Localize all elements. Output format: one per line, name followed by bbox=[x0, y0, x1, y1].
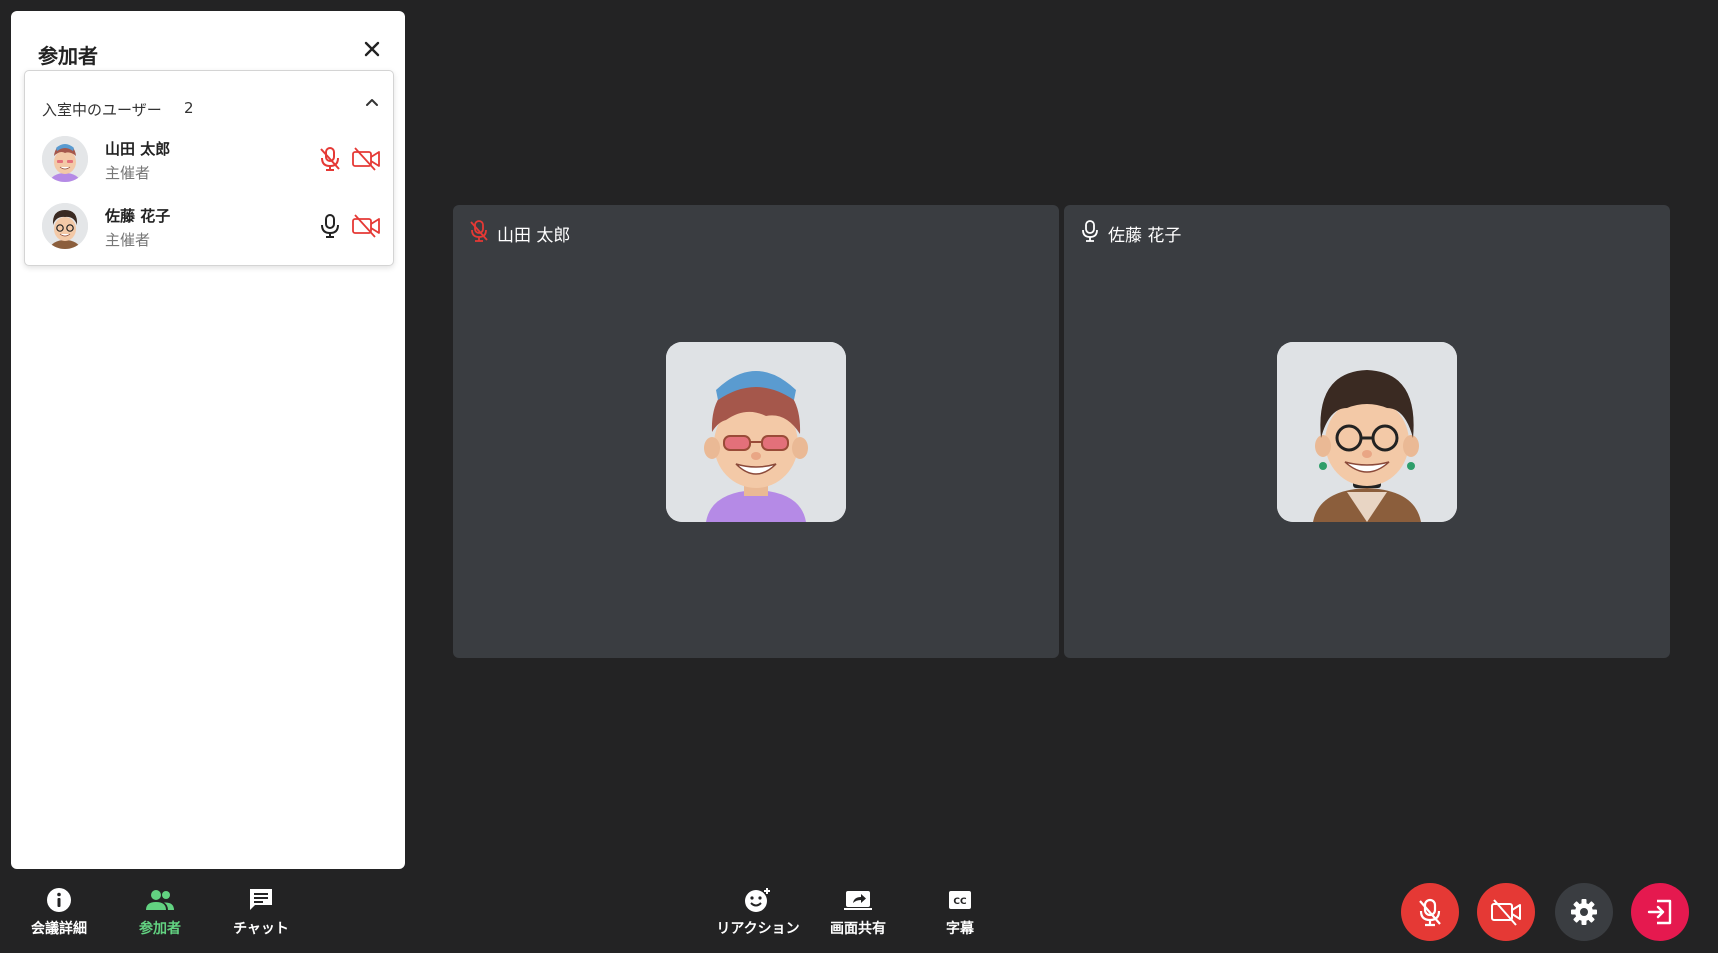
group-label: 入室中のユーザー bbox=[42, 101, 162, 119]
chevron-up-icon bbox=[363, 94, 381, 112]
camera-off-icon bbox=[351, 146, 381, 172]
settings-button[interactable] bbox=[1555, 883, 1613, 941]
video-tile: 佐藤 花子 bbox=[1064, 205, 1670, 658]
avatar bbox=[1277, 342, 1457, 522]
mic-icon bbox=[318, 213, 342, 239]
mic-off-icon bbox=[1419, 898, 1441, 927]
participant-role: 主催者 bbox=[105, 164, 151, 182]
exit-icon bbox=[1647, 899, 1672, 925]
mic-off-icon bbox=[318, 146, 342, 172]
svg-text:CC: CC bbox=[953, 897, 967, 907]
meeting-details-button[interactable]: 会議詳細 bbox=[14, 886, 104, 942]
participants-button[interactable]: 参加者 bbox=[115, 886, 205, 942]
video-tile: 山田 太郎 bbox=[453, 205, 1059, 658]
camera-off-icon bbox=[351, 213, 381, 239]
participant-name: 山田 太郎 bbox=[105, 140, 171, 158]
chat-icon bbox=[250, 889, 272, 910]
avatar bbox=[666, 342, 846, 522]
reaction-button[interactable]: リアクション bbox=[713, 886, 803, 942]
mic-off-icon bbox=[469, 219, 489, 243]
add-reaction-icon bbox=[745, 888, 770, 912]
camera-off-icon bbox=[1491, 899, 1521, 926]
in-room-users-group: 入室中のユーザー 2 山田 太郎 主催者 佐藤 花子 主催者 bbox=[24, 70, 394, 266]
participant-row: 佐藤 花子 主催者 bbox=[25, 203, 393, 269]
info-icon bbox=[47, 888, 71, 912]
close-icon[interactable] bbox=[361, 38, 383, 60]
panel-title: 参加者 bbox=[38, 44, 98, 68]
avatar bbox=[42, 203, 88, 249]
camera-off-button[interactable] bbox=[1477, 883, 1535, 941]
leave-button[interactable] bbox=[1631, 883, 1689, 941]
meeting-details-label: 会議詳細 bbox=[31, 921, 87, 937]
chat-button[interactable]: チャット bbox=[216, 886, 306, 942]
participants-panel: 参加者 入室中のユーザー 2 山田 太郎 主催者 佐藤 花子 主催者 bbox=[11, 11, 405, 869]
mic-off-button[interactable] bbox=[1401, 883, 1459, 941]
screen-share-button[interactable]: 画面共有 bbox=[813, 886, 903, 942]
captions-label: 字幕 bbox=[946, 921, 974, 937]
gear-icon bbox=[1571, 899, 1597, 925]
tile-name: 佐藤 花子 bbox=[1108, 226, 1182, 246]
people-icon bbox=[146, 890, 174, 910]
panel-header: 参加者 bbox=[11, 11, 405, 69]
mic-icon bbox=[1080, 219, 1100, 243]
participant-name: 佐藤 花子 bbox=[105, 207, 171, 225]
in-room-users-toggle[interactable]: 入室中のユーザー 2 bbox=[25, 71, 393, 127]
group-count: 2 bbox=[184, 99, 194, 117]
chat-label: チャット bbox=[233, 921, 289, 937]
avatar bbox=[42, 136, 88, 182]
participant-role: 主催者 bbox=[105, 231, 151, 249]
captions-button[interactable]: CC 字幕 bbox=[915, 886, 1005, 942]
closed-captions-icon: CC bbox=[949, 891, 971, 909]
screen-share-icon bbox=[844, 891, 872, 910]
participant-row: 山田 太郎 主催者 bbox=[25, 136, 393, 202]
tile-name: 山田 太郎 bbox=[497, 226, 571, 246]
participants-label: 参加者 bbox=[139, 921, 181, 937]
screen-share-label: 画面共有 bbox=[830, 921, 886, 937]
reaction-label: リアクション bbox=[716, 921, 800, 937]
